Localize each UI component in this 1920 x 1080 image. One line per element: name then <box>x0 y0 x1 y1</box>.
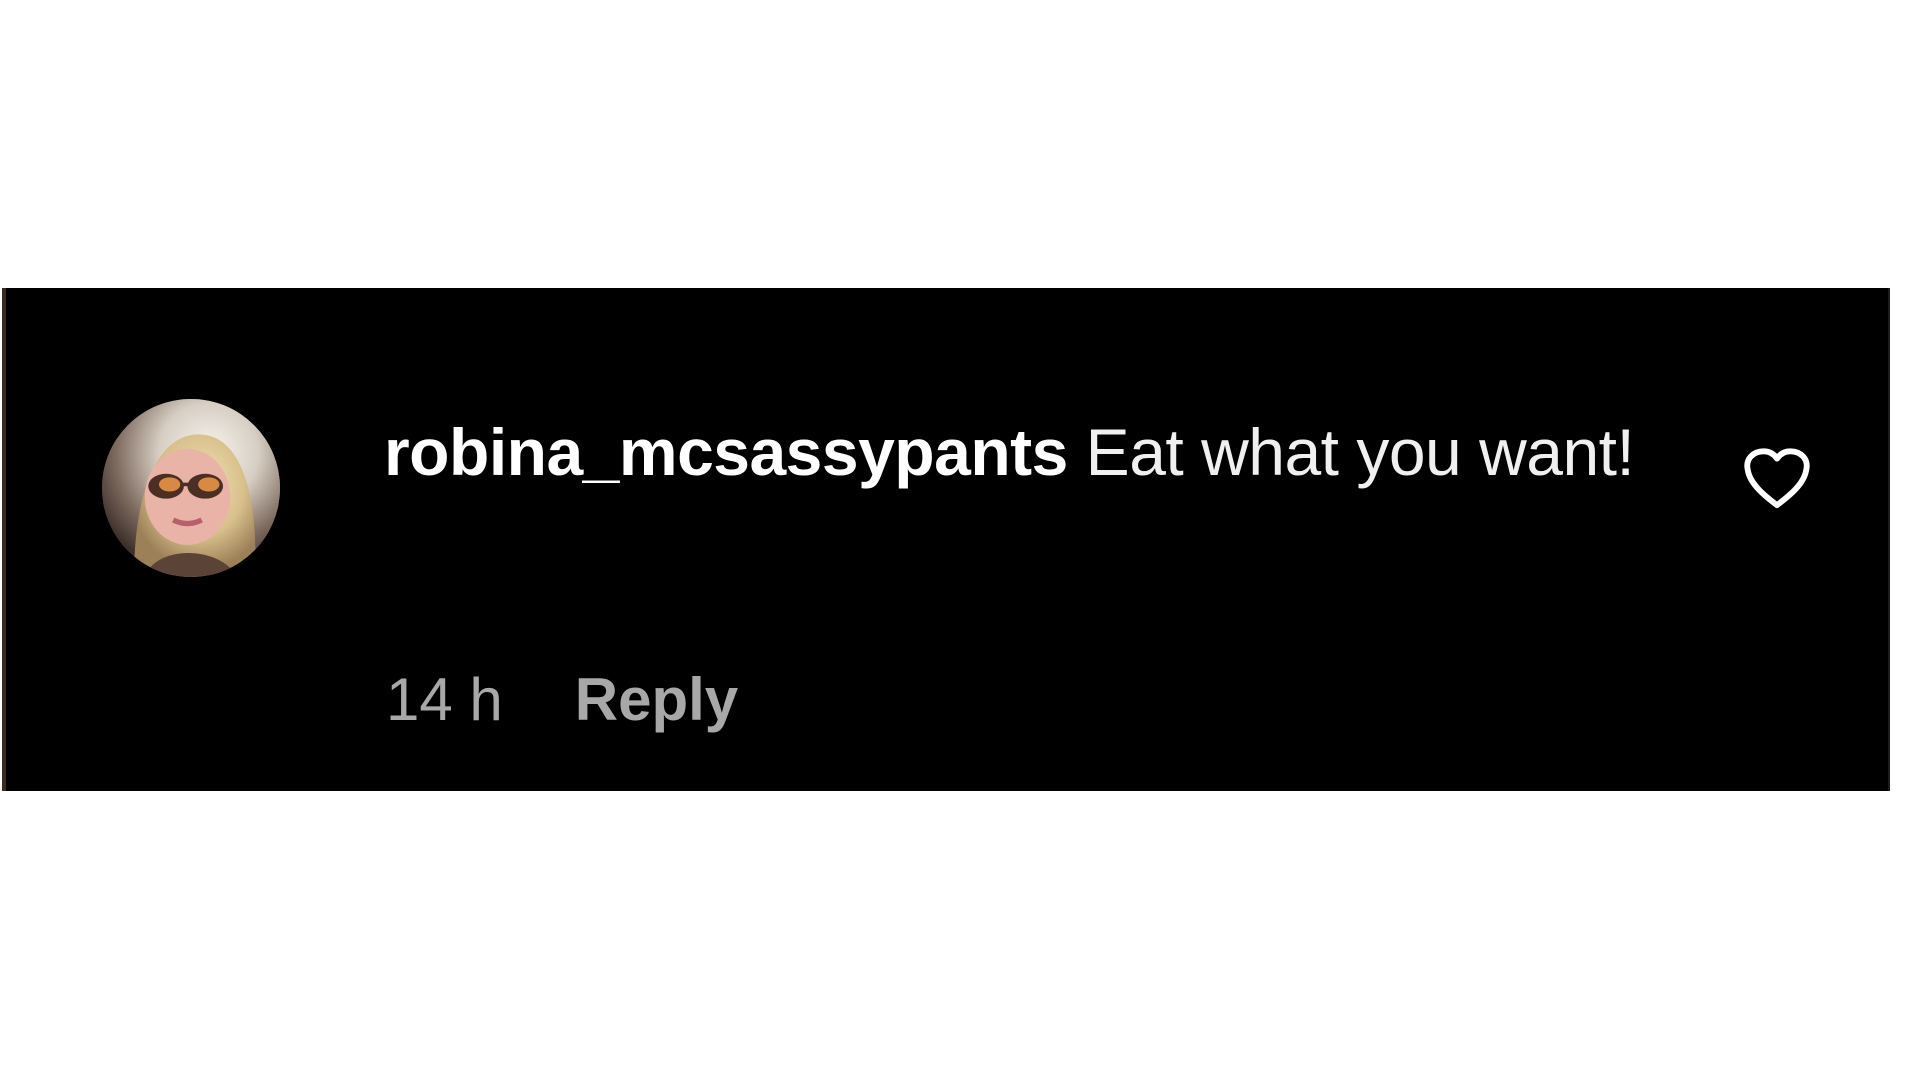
comment-panel: robina_mcsassypants Eat what you want! 1… <box>2 288 1890 791</box>
comment-body: Eat what you want! <box>1085 415 1635 489</box>
comment-meta: 14 h Reply <box>386 660 738 740</box>
avatar-image <box>102 399 280 577</box>
like-button[interactable] <box>1742 446 1812 512</box>
comment-text: robina_mcsassypants Eat what you want! <box>384 400 1644 504</box>
page: robina_mcsassypants Eat what you want! 1… <box>0 0 1920 1080</box>
user-avatar[interactable] <box>102 399 280 577</box>
username-link[interactable]: robina_mcsassypants <box>384 415 1068 489</box>
reply-button[interactable]: Reply <box>575 660 738 740</box>
heart-outline-icon <box>1744 448 1810 509</box>
comment-time: 14 h <box>386 666 503 733</box>
